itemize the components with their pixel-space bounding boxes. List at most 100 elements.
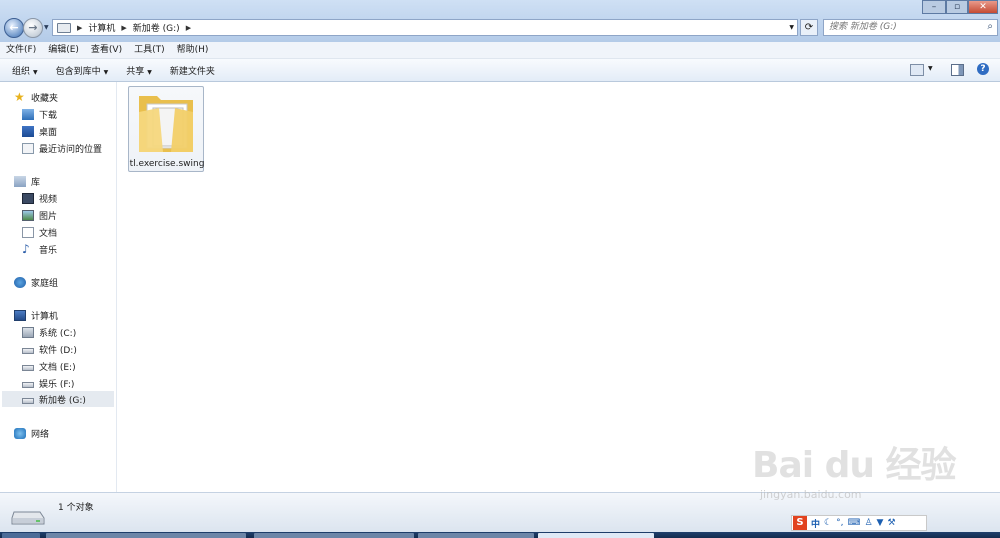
new-folder-button[interactable]: 新建文件夹 (170, 64, 215, 77)
close-button[interactable]: ✕ (968, 0, 998, 14)
item-count: 1 个对象 (58, 503, 94, 513)
taskbar-item[interactable] (46, 533, 246, 538)
sidebar-item-computer[interactable]: 计算机 (14, 307, 58, 323)
sidebar-item-drive-g[interactable]: 新加卷 (G:) (2, 391, 114, 407)
hard-drive-icon (22, 397, 34, 404)
sidebar-item-music[interactable]: ♪ 音乐 (22, 241, 57, 257)
hard-drive-icon (22, 347, 34, 354)
menu-view[interactable]: 查看(V) (85, 42, 128, 58)
menu-file[interactable]: 文件(F) (0, 42, 42, 58)
system-drive-icon (22, 326, 34, 338)
folder-item[interactable]: tl.exercise.swing (128, 86, 204, 172)
music-note-icon: ♪ (22, 241, 30, 256)
sidebar-item-label: 图片 (39, 211, 58, 222)
breadcrumb-separator-icon: ▶ (77, 23, 83, 32)
video-icon (22, 192, 34, 204)
minimize-button[interactable]: – (922, 0, 946, 14)
include-library-button[interactable]: 包含到库中 ▼ (56, 64, 109, 77)
download-folder-icon (22, 108, 34, 120)
sidebar-item-homegroup[interactable]: 家庭组 (14, 274, 58, 290)
hard-drive-icon (22, 381, 34, 388)
sidebar-item-drive-e[interactable]: 文档 (E:) (22, 358, 76, 374)
chevron-down-icon: ▼ (103, 68, 109, 76)
watermark: Bai du 经验 jingyan.baidu.com (752, 436, 972, 516)
search-icon[interactable]: ⌕ (987, 21, 993, 32)
skin-icon[interactable]: ▼ (877, 518, 884, 528)
sidebar-item-label: 新加卷 (G:) (39, 395, 86, 406)
sidebar-item-desktop[interactable]: 桌面 (22, 123, 57, 139)
address-bar[interactable]: ▶ 计算机 ▶ 新加卷 (G:) ▶ ▼ (52, 19, 798, 36)
command-bar: 组织 ▼ 包含到库中 ▼ 共享 ▼ 新建文件夹 ▼ ? (0, 59, 1000, 82)
sidebar-item-documents[interactable]: 文档 (22, 224, 57, 240)
file-list: tl.exercise.swing (117, 82, 1000, 492)
sidebar-item-videos[interactable]: 视频 (22, 190, 57, 206)
sidebar-item-label: 库 (31, 177, 41, 188)
desktop-icon (22, 125, 34, 137)
sogou-logo-icon[interactable]: S (793, 516, 807, 530)
network-icon (14, 427, 26, 439)
taskbar-item[interactable] (418, 533, 534, 538)
punctuation-icon[interactable]: °, (836, 518, 843, 528)
recent-places-icon (22, 142, 34, 154)
breadcrumb-computer[interactable]: 计算机 (88, 21, 115, 34)
search-input[interactable] (829, 20, 979, 34)
taskbar-item-active[interactable] (538, 533, 654, 538)
sidebar-item-downloads[interactable]: 下载 (22, 106, 57, 122)
menu-help[interactable]: 帮助(H) (171, 42, 215, 58)
chevron-down-icon: ▼ (33, 68, 38, 76)
sidebar-item-label: 文档 (39, 228, 58, 239)
sidebar-item-network[interactable]: 网络 (14, 425, 49, 441)
start-button[interactable] (2, 533, 40, 538)
taskbar-item[interactable] (254, 533, 414, 538)
menu-tools[interactable]: 工具(T) (128, 42, 171, 58)
restore-button[interactable]: ▫ (946, 0, 968, 14)
help-icon[interactable]: ? (977, 63, 989, 75)
restore-icon: ▫ (953, 2, 961, 12)
watermark-brand: Bai du 经验 (752, 445, 957, 486)
sidebar-item-drive-f[interactable]: 娱乐 (F:) (22, 375, 74, 391)
keyboard-icon[interactable]: ⌨ (847, 518, 860, 528)
refresh-button[interactable]: ⟳ (800, 19, 818, 36)
ime-toolbar: S 中 ☾ °, ⌨ ♙ ▼ ⚒ (791, 515, 927, 531)
sidebar-item-label: 桌面 (39, 127, 58, 138)
forward-button[interactable]: → (23, 18, 43, 38)
share-label: 共享 (126, 66, 145, 77)
ime-language-toggle[interactable]: 中 (811, 517, 820, 530)
sidebar-item-recent[interactable]: 最近访问的位置 (22, 140, 102, 156)
menu-edit[interactable]: 编辑(E) (42, 42, 85, 58)
view-dropdown-chevron-icon[interactable]: ▼ (928, 65, 933, 72)
sidebar-item-label: 网络 (31, 429, 50, 440)
organize-button[interactable]: 组织 ▼ (12, 64, 38, 77)
refresh-icon: ⟳ (804, 22, 814, 33)
sidebar-item-label: 收藏夹 (31, 93, 59, 104)
address-history-chevron-icon[interactable]: ▼ (789, 24, 794, 31)
breadcrumb-drive-g[interactable]: 新加卷 (G:) (133, 21, 180, 34)
wrench-icon[interactable]: ⚒ (887, 518, 895, 528)
share-button[interactable]: 共享 ▼ (126, 64, 152, 77)
arrow-left-icon: ← (9, 21, 19, 34)
preview-pane-icon[interactable] (951, 64, 964, 76)
search-box[interactable]: ⌕ (823, 19, 998, 36)
navigation-pane: ★ 收藏夹 下载 桌面 最近访问的位置 库 视频 图片 文档 ♪ 音乐 家庭组 (0, 82, 117, 492)
folder-icon (139, 96, 193, 152)
sidebar-item-drive-d[interactable]: 软件 (D:) (22, 341, 77, 357)
arrow-right-icon: → (28, 21, 38, 34)
sidebar-item-drive-c[interactable]: 系统 (C:) (22, 324, 76, 340)
chevron-down-icon: ▼ (147, 68, 152, 76)
recent-pages-dropdown[interactable]: ▼ (44, 24, 49, 31)
library-icon (14, 175, 26, 187)
view-options-icon[interactable] (910, 64, 924, 76)
document-icon (22, 226, 34, 238)
sidebar-item-label: 娱乐 (F:) (39, 379, 75, 390)
star-icon: ★ (14, 89, 25, 104)
sidebar-item-favorites[interactable]: ★ 收藏夹 (14, 89, 58, 105)
chevron-down-icon: ▼ (44, 24, 49, 31)
sidebar-item-pictures[interactable]: 图片 (22, 207, 57, 223)
breadcrumb-separator-icon: ▶ (121, 23, 127, 32)
moon-icon[interactable]: ☾ (824, 518, 832, 528)
back-button[interactable]: ← (4, 18, 24, 38)
hard-drive-icon (11, 511, 45, 525)
sidebar-item-libraries[interactable]: 库 (14, 173, 40, 189)
title-bar: ← → ▼ ▶ 计算机 ▶ 新加卷 (G:) ▶ ▼ ⟳ ⌕ – ▫ ✕ (0, 0, 1000, 42)
user-icon[interactable]: ♙ (864, 518, 872, 528)
